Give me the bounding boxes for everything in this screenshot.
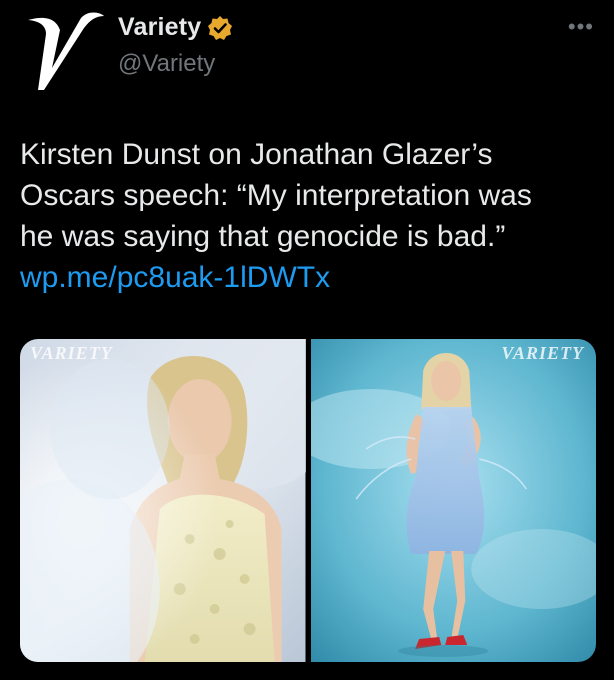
- media-photo-right[interactable]: VARIETY: [310, 339, 596, 662]
- variety-watermark: VARIETY: [501, 343, 584, 363]
- display-name[interactable]: Variety: [118, 13, 201, 42]
- more-options-button[interactable]: •••: [568, 16, 594, 38]
- media-photo-left[interactable]: VARIETY: [20, 339, 306, 662]
- account-handle[interactable]: @Variety: [118, 50, 215, 78]
- variety-v-logo-icon: [20, 6, 106, 92]
- verified-badge-icon: [207, 15, 233, 41]
- portrait-photo-left: [20, 339, 306, 662]
- tweet-link[interactable]: wp.me/pc8uak-1lDWTx: [20, 257, 330, 298]
- tweet-text: Kirsten Dunst on Jonathan Glazer’s Oscar…: [20, 138, 532, 253]
- display-name-row[interactable]: Variety: [118, 13, 233, 42]
- avatar[interactable]: [20, 6, 106, 92]
- tweet: Variety @Variety ••• Kirsten Dunst on Jo…: [0, 0, 614, 680]
- media-grid: VARIETY VARIETY: [20, 339, 596, 662]
- variety-watermark: VARIETY: [30, 343, 113, 363]
- portrait-photo-right: [310, 339, 596, 662]
